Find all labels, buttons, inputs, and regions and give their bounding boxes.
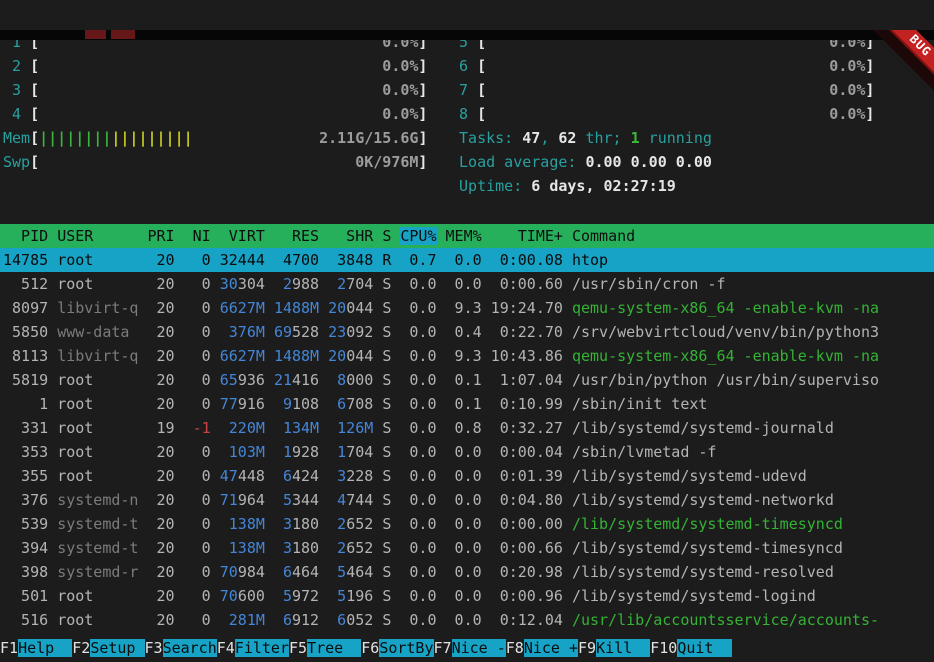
process-row[interactable]: 394 systemd-t 20 0 138M 3180 2652 S 0.0 …: [0, 536, 934, 560]
blank-line: [0, 198, 934, 224]
fkey-number: F5: [289, 639, 307, 657]
fkey-action-label: Filter: [235, 639, 289, 657]
fkey-number: F6: [361, 639, 379, 657]
column-header-user[interactable]: USER: [57, 227, 138, 245]
column-header-cpu[interactable]: CPU%: [400, 227, 436, 245]
fkey-number: F4: [217, 639, 235, 657]
fkey-number: F9: [578, 639, 596, 657]
cpu2-meter: 2 [ 0.0%]: [3, 54, 450, 78]
titlebar-tab: [111, 30, 135, 39]
fkey-action-label: Tree: [307, 639, 361, 657]
process-row[interactable]: 512 root 20 0 30304 2988 2704 S 0.0 0.0 …: [0, 272, 934, 296]
column-header-pri[interactable]: PRI: [148, 227, 175, 245]
column-header-command[interactable]: Command: [572, 227, 635, 245]
fkey-action-label: Kill: [596, 639, 650, 657]
column-header-pid[interactable]: PID: [3, 227, 48, 245]
process-row[interactable]: 14785 root 20 0 32444 4700 3848 R 0.7 0.…: [0, 248, 934, 272]
process-row[interactable]: 501 root 20 0 70600 5972 5196 S 0.0 0.0 …: [0, 584, 934, 608]
column-header-virt[interactable]: VIRT: [220, 227, 265, 245]
cpu8-meter: 8 [ 0.0%]: [450, 102, 934, 126]
fkey-action-label: Quit: [677, 639, 731, 657]
fkey-number: F1: [0, 639, 18, 657]
tasks-summary: Tasks: 47, 62 thr; 1 running: [450, 126, 934, 150]
process-row[interactable]: 331 root 19 -1 220M 134M 126M S 0.0 0.8 …: [0, 416, 934, 440]
uptime: Uptime: 6 days, 02:27:19: [450, 174, 934, 198]
fkey-action-label: Nice -: [452, 639, 506, 657]
window-titlebar: [0, 30, 934, 40]
fkey-number: F3: [145, 639, 163, 657]
column-header-shr[interactable]: SHR: [328, 227, 373, 245]
swap-meter: Swp[ 0K/976M]: [3, 150, 450, 174]
fkey-action-label: Help: [18, 639, 72, 657]
load-average: Load average: 0.00 0.00 0.00: [450, 150, 934, 174]
fkey-f9[interactable]: F9Kill: [578, 636, 650, 660]
function-key-bar: F1Help F2Setup F3SearchF4FilterF5Tree F6…: [0, 636, 934, 660]
column-header-ni[interactable]: NI: [184, 227, 211, 245]
process-row[interactable]: 5819 root 20 0 65936 21416 8000 S 0.0 0.…: [0, 368, 934, 392]
process-row[interactable]: 355 root 20 0 47448 6424 3228 S 0.0 0.0 …: [0, 464, 934, 488]
column-header-mem[interactable]: MEM%: [446, 227, 482, 245]
fkey-action-label: Nice +: [524, 639, 578, 657]
process-row[interactable]: 8113 libvirt-q 20 0 6627M 1488M 20044 S …: [0, 344, 934, 368]
process-row[interactable]: 516 root 20 0 281M 6912 6052 S 0.0 0.0 0…: [0, 608, 934, 632]
process-row[interactable]: 539 systemd-t 20 0 138M 3180 2652 S 0.0 …: [0, 512, 934, 536]
fkey-f6[interactable]: F6SortBy: [361, 636, 433, 660]
fkey-f7[interactable]: F7Nice -: [434, 636, 506, 660]
process-row[interactable]: 398 systemd-r 20 0 70984 6464 5464 S 0.0…: [0, 560, 934, 584]
fkey-number: F10: [650, 639, 677, 657]
fkey-action-label: SortBy: [379, 639, 433, 657]
fkey-number: F8: [506, 639, 524, 657]
fkey-action-label: Search: [163, 639, 217, 657]
fkey-f8[interactable]: F8Nice +: [506, 636, 578, 660]
fkey-number: F7: [434, 639, 452, 657]
column-header-time[interactable]: TIME+: [491, 227, 563, 245]
cpu4-meter: 4 [ 0.0%]: [3, 102, 450, 126]
process-row[interactable]: 1 root 20 0 77916 9108 6708 S 0.0 0.1 0:…: [0, 392, 934, 416]
bug-ribbon: BUG: [862, 30, 934, 102]
meters-area: 1 [ 0.0%] 2 [ 0.0%] 3 [ 0.0%] 4 [ 0.0%]M…: [0, 30, 934, 198]
memory-meter: Mem[||||||||||||||||| 2.11G/15.6G]: [3, 126, 450, 150]
fkey-f5[interactable]: F5Tree: [289, 636, 361, 660]
cpu-meters-left-column: 1 [ 0.0%] 2 [ 0.0%] 3 [ 0.0%] 4 [ 0.0%]M…: [3, 30, 450, 198]
fkey-number: F2: [72, 639, 90, 657]
fkey-f3[interactable]: F3Search: [145, 636, 217, 660]
cpu3-meter: 3 [ 0.0%]: [3, 78, 450, 102]
fkey-action-label: Setup: [90, 639, 144, 657]
fkey-f4[interactable]: F4Filter: [217, 636, 289, 660]
column-header-s[interactable]: S: [382, 227, 391, 245]
process-table: 14785 root 20 0 32444 4700 3848 R 0.7 0.…: [0, 248, 934, 632]
fkey-f2[interactable]: F2Setup: [72, 636, 144, 660]
process-row[interactable]: 353 root 20 0 103M 1928 1704 S 0.0 0.0 0…: [0, 440, 934, 464]
titlebar-tab: [85, 30, 106, 39]
process-row[interactable]: 8097 libvirt-q 20 0 6627M 1488M 20044 S …: [0, 296, 934, 320]
fkey-f1[interactable]: F1Help: [0, 636, 72, 660]
process-row[interactable]: 5850 www-data 20 0 376M 69528 23092 S 0.…: [0, 320, 934, 344]
process-table-header: PID USER PRI NI VIRT RES SHR S CPU% MEM%…: [0, 224, 934, 248]
fkey-f10[interactable]: F10Quit: [650, 636, 731, 660]
column-header-res[interactable]: RES: [274, 227, 319, 245]
process-row[interactable]: 376 systemd-n 20 0 71964 5344 4744 S 0.0…: [0, 488, 934, 512]
